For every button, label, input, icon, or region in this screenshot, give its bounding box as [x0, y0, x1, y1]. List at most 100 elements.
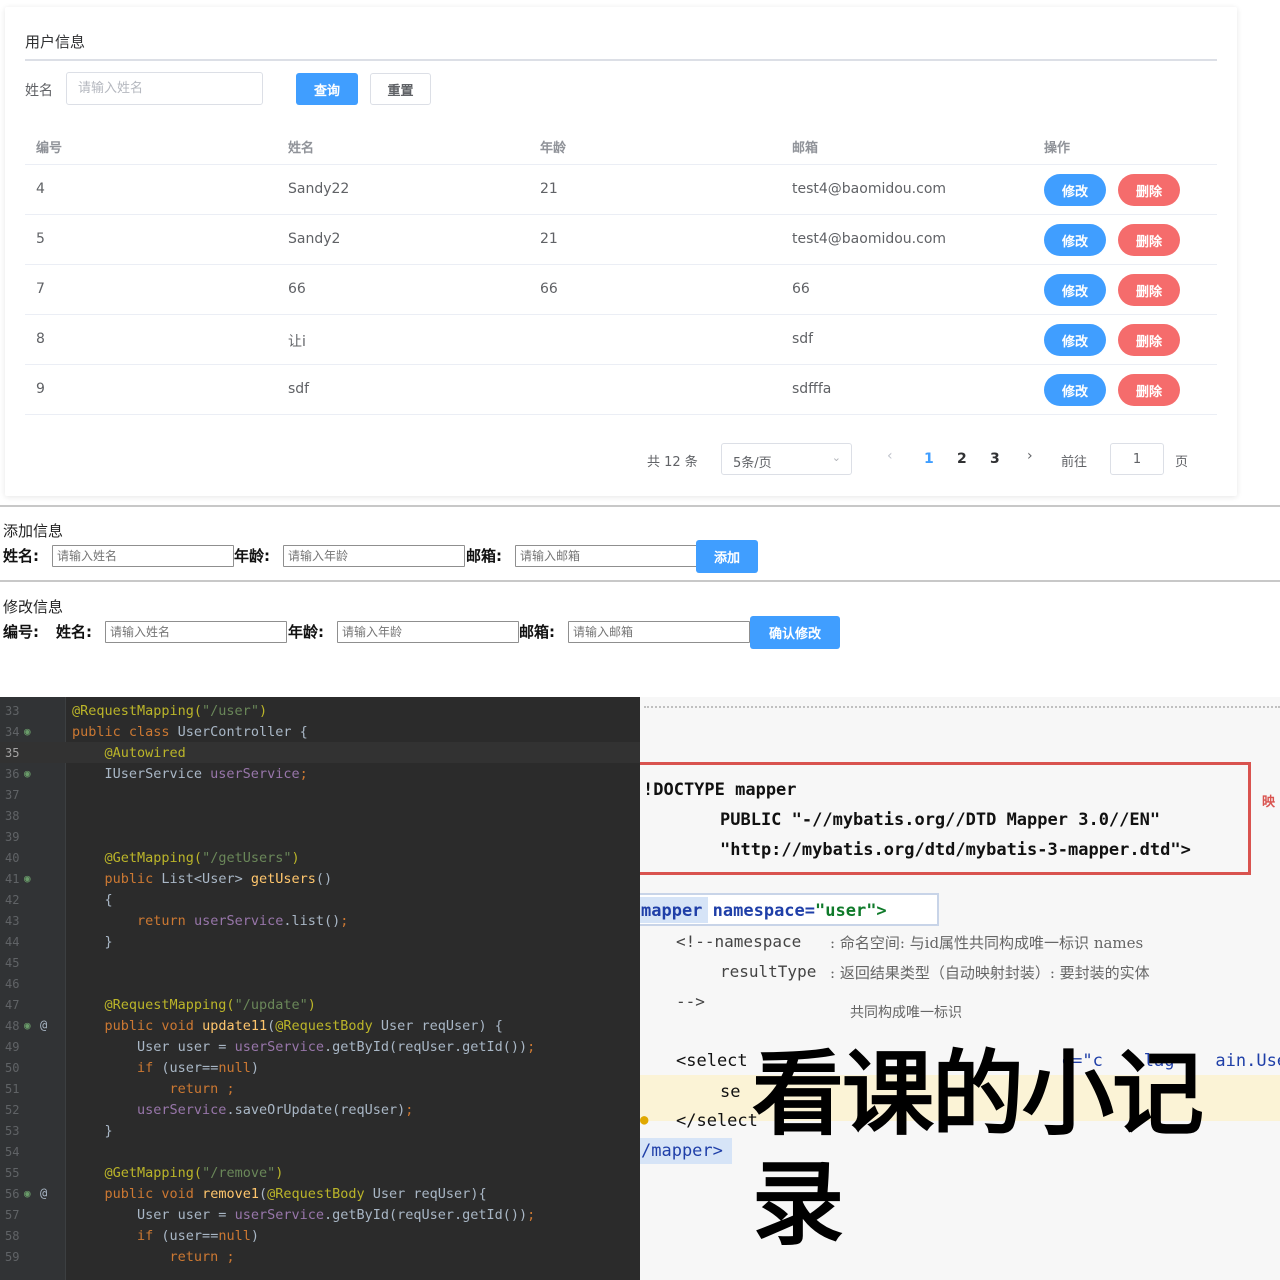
- code-line[interactable]: 59 return ;: [0, 1246, 640, 1267]
- code-text: IUserService userService;: [72, 766, 308, 782]
- page-jump-input[interactable]: [1110, 443, 1164, 475]
- add-email-label: 邮箱:: [466, 547, 502, 565]
- code-line[interactable]: 46: [0, 973, 640, 994]
- delete-button[interactable]: 删除: [1118, 374, 1180, 406]
- spring-bean-icon[interactable]: ◉: [24, 1019, 31, 1032]
- reset-button[interactable]: 重置: [370, 73, 431, 105]
- code-line[interactable]: 55 @GetMapping("/remove"): [0, 1162, 640, 1183]
- dotted-divider: [644, 706, 1280, 708]
- code-text: return ;: [169, 1249, 235, 1265]
- code-line[interactable]: 40 @GetMapping("/getUsers"): [0, 847, 640, 868]
- code-text: @GetMapping("/getUsers"): [104, 850, 300, 866]
- code-line[interactable]: 36 ◉ IUserService userService;: [0, 763, 640, 784]
- edit-submit-button[interactable]: 确认修改: [750, 616, 840, 649]
- code-line[interactable]: 53 }: [0, 1120, 640, 1141]
- code-text: if (user==null): [137, 1228, 259, 1244]
- code-line[interactable]: 45: [0, 952, 640, 973]
- line-number: 52: [5, 1103, 20, 1117]
- web-mapping-icon[interactable]: @: [40, 1018, 47, 1032]
- page-size-select[interactable]: 5条/页 ⌄: [721, 443, 852, 475]
- code-text: public class UserController {: [72, 724, 308, 740]
- line-number: 59: [5, 1250, 20, 1264]
- doctype-line-3: "http://mybatis.org/dtd/mybatis-3-mapper…: [720, 840, 1191, 860]
- delete-button[interactable]: 删除: [1118, 274, 1180, 306]
- query-button[interactable]: 查询: [296, 73, 358, 105]
- comment-line-2: resultType: [720, 962, 817, 981]
- code-line[interactable]: 38: [0, 805, 640, 826]
- code-line[interactable]: 47 @RequestMapping("/update"): [0, 994, 640, 1015]
- line-number: 42: [5, 893, 20, 907]
- add-email-input[interactable]: [515, 545, 697, 567]
- edit-section-title: 修改信息: [3, 598, 64, 616]
- edit-id-label: 编号:: [3, 623, 39, 641]
- code-editor[interactable]: 33 @RequestMapping("/user") 34 ◉ public clas…: [0, 697, 640, 1280]
- edit-email-input[interactable]: [568, 621, 750, 643]
- code-line[interactable]: 48 ◉ @ public void update11(@RequestBody U…: [0, 1015, 640, 1036]
- edit-age-input[interactable]: [337, 621, 519, 643]
- page-number-2[interactable]: 2: [957, 451, 967, 467]
- page-number-1[interactable]: 1: [924, 451, 934, 467]
- code-line[interactable]: 58 if (user==null): [0, 1225, 640, 1246]
- cell-name: sdf: [288, 381, 310, 397]
- line-number: 46: [5, 977, 20, 991]
- line-number: 33: [5, 704, 20, 718]
- code-line[interactable]: 56 ◉ @ public void remove1(@RequestBody Us…: [0, 1183, 640, 1204]
- cell-age: 21: [540, 181, 558, 197]
- code-line[interactable]: 50 if (user==null): [0, 1057, 640, 1078]
- add-name-input[interactable]: [52, 545, 234, 567]
- code-line[interactable]: 43 return userService.list();: [0, 910, 640, 931]
- edit-button[interactable]: 修改: [1044, 324, 1106, 356]
- cell-email: sdfffa: [792, 381, 832, 397]
- add-submit-button[interactable]: 添加: [696, 540, 758, 573]
- header-age: 年龄: [540, 141, 567, 156]
- prev-page-button[interactable]: ‹: [887, 448, 893, 464]
- edit-button[interactable]: 修改: [1044, 174, 1106, 206]
- code-line[interactable]: 57 User user = userService.getById(reqUs…: [0, 1204, 640, 1225]
- doctype-line-2: PUBLIC "-//mybatis.org//DTD Mapper 3.0//…: [720, 810, 1161, 830]
- line-number: 58: [5, 1229, 20, 1243]
- edit-name-label: 姓名:: [56, 623, 92, 641]
- table-row: 9 sdf sdfffa 修改 删除: [25, 365, 1217, 415]
- spring-bean-icon[interactable]: ◉: [24, 1187, 31, 1200]
- code-line[interactable]: 39: [0, 826, 640, 847]
- spring-bean-icon[interactable]: ◉: [24, 767, 31, 780]
- pagination-total: 共 12 条: [647, 455, 698, 470]
- line-number: 50: [5, 1061, 20, 1075]
- side-mark: 映: [1262, 795, 1276, 810]
- edit-button[interactable]: 修改: [1044, 374, 1106, 406]
- code-text: return ;: [169, 1081, 235, 1097]
- code-line[interactable]: 52 userService.saveOrUpdate(reqUser);: [0, 1099, 640, 1120]
- delete-button[interactable]: 删除: [1118, 174, 1180, 206]
- code-line[interactable]: 41 ◉ public List<User> getUsers(): [0, 868, 640, 889]
- web-mapping-icon[interactable]: @: [40, 1186, 47, 1200]
- add-age-input[interactable]: [283, 545, 465, 567]
- code-line[interactable]: 54: [0, 1141, 640, 1162]
- spring-bean-icon[interactable]: ◉: [24, 872, 31, 885]
- edit-button[interactable]: 修改: [1044, 274, 1106, 306]
- code-line[interactable]: 37: [0, 784, 640, 805]
- search-name-input[interactable]: [66, 72, 263, 105]
- line-number: 34: [5, 725, 20, 739]
- delete-button[interactable]: 删除: [1118, 224, 1180, 256]
- delete-button[interactable]: 删除: [1118, 324, 1180, 356]
- code-line[interactable]: 33 @RequestMapping("/user"): [0, 700, 640, 721]
- line-number: 55: [5, 1166, 20, 1180]
- doctype-line-1: !DOCTYPE mapper: [643, 780, 797, 800]
- code-line[interactable]: 34 ◉ public class UserController {: [0, 721, 640, 742]
- header-id: 编号: [36, 141, 63, 156]
- line-number: 47: [5, 998, 20, 1012]
- edit-button[interactable]: 修改: [1044, 224, 1106, 256]
- edit-name-input[interactable]: [105, 621, 287, 643]
- page-number-3[interactable]: 3: [990, 451, 1000, 467]
- code-line[interactable]: 42 {: [0, 889, 640, 910]
- code-line[interactable]: 35 @Autowired: [0, 742, 640, 763]
- code-line[interactable]: 44 }: [0, 931, 640, 952]
- user-table: 编号 姓名 年龄 邮箱 操作 4 Sandy22 21 test4@baomid…: [25, 125, 1217, 415]
- code-line[interactable]: 49 User user = userService.getById(reqUs…: [0, 1036, 640, 1057]
- next-page-button[interactable]: ›: [1027, 448, 1033, 464]
- code-text: }: [72, 934, 113, 950]
- mapper-open-line: mapper namespace="user">: [641, 901, 887, 921]
- spring-bean-icon[interactable]: ◉: [24, 725, 31, 738]
- code-text: public void update11(@RequestBody User r…: [104, 1018, 503, 1034]
- code-line[interactable]: 51 return ;: [0, 1078, 640, 1099]
